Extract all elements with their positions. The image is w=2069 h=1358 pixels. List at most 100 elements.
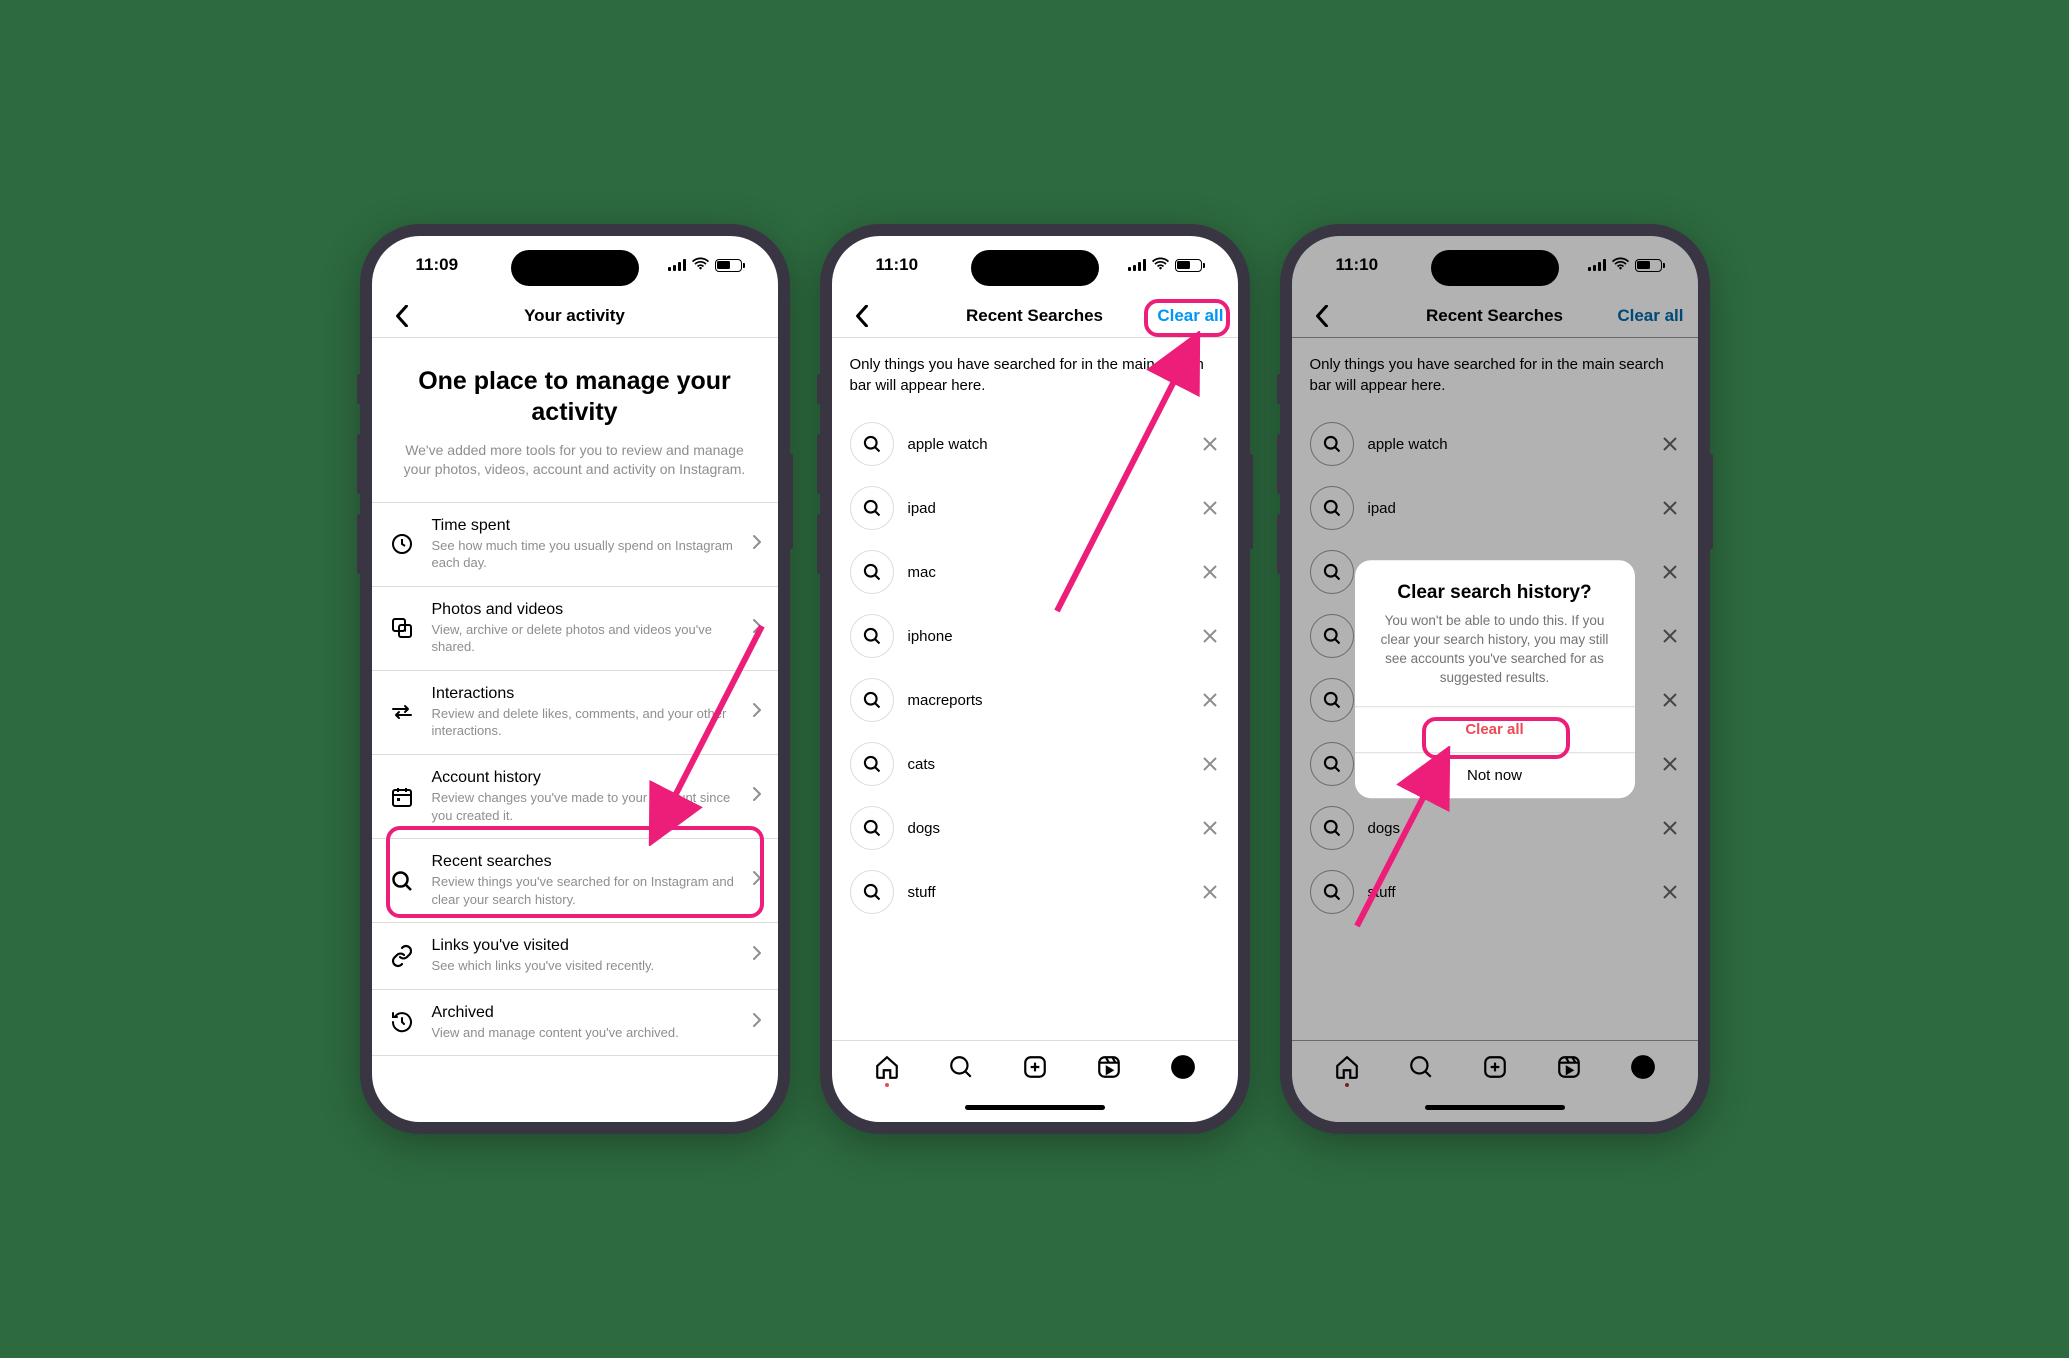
dialog-body: You won't be able to undo this. If you c… <box>1375 612 1615 688</box>
search-icon <box>1310 870 1354 914</box>
wifi-icon <box>1612 255 1629 275</box>
remove-icon <box>1660 498 1680 518</box>
chevron-right-icon <box>752 945 762 966</box>
remove-icon <box>1660 690 1680 710</box>
tab-create <box>1481 1053 1509 1081</box>
search-icon <box>388 867 416 895</box>
chevron-right-icon <box>752 618 762 639</box>
menu-archived[interactable]: ArchivedView and manage content you've a… <box>372 990 778 1057</box>
tab-home[interactable] <box>873 1053 901 1081</box>
back-button[interactable] <box>1308 302 1336 330</box>
menu-links-visited[interactable]: Links you've visitedSee which links you'… <box>372 923 778 990</box>
back-button[interactable] <box>848 302 876 330</box>
chevron-right-icon <box>752 786 762 807</box>
remove-icon <box>1660 562 1680 582</box>
search-row: ipad <box>1310 476 1680 540</box>
tab-profile[interactable] <box>1169 1053 1197 1081</box>
tab-profile <box>1629 1053 1657 1081</box>
search-icon <box>850 614 894 658</box>
search-row[interactable]: iphone <box>850 604 1220 668</box>
remove-icon[interactable] <box>1200 754 1220 774</box>
search-icon <box>1310 486 1354 530</box>
activity-menu: Time spentSee how much time you usually … <box>372 502 778 1057</box>
phone-3: 11:10 Recent Searches Clear all Only thi… <box>1280 224 1710 1134</box>
remove-icon[interactable] <box>1200 562 1220 582</box>
search-icon <box>850 550 894 594</box>
search-icon <box>850 806 894 850</box>
dialog-clear-button[interactable]: Clear all <box>1355 706 1635 752</box>
dialog-cancel-button[interactable]: Not now <box>1355 752 1635 798</box>
search-row[interactable]: stuff <box>850 860 1220 924</box>
battery-icon <box>1635 259 1662 272</box>
remove-icon[interactable] <box>1200 434 1220 454</box>
remove-icon[interactable] <box>1200 882 1220 902</box>
archive-icon <box>388 1008 416 1036</box>
nav-header: Your activity <box>372 294 778 338</box>
clear-all-button[interactable]: Clear all <box>1157 306 1223 326</box>
status-time: 11:10 <box>1336 255 1379 275</box>
clock-icon <box>388 530 416 558</box>
search-row: stuff <box>1310 860 1680 924</box>
search-icon <box>850 486 894 530</box>
remove-icon <box>1660 818 1680 838</box>
tab-bar <box>832 1040 1238 1092</box>
photos-icon <box>388 614 416 642</box>
phone-2: 11:10 Recent Searches Clear all Only thi… <box>820 224 1250 1134</box>
back-button[interactable] <box>388 302 416 330</box>
chevron-right-icon <box>752 870 762 891</box>
battery-icon <box>1175 259 1202 272</box>
remove-icon <box>1660 754 1680 774</box>
search-icon <box>1310 678 1354 722</box>
tab-create[interactable] <box>1021 1053 1049 1081</box>
page-title: Recent Searches <box>1426 306 1563 326</box>
search-icon <box>1310 422 1354 466</box>
tab-search[interactable] <box>947 1053 975 1081</box>
menu-time-spent[interactable]: Time spentSee how much time you usually … <box>372 503 778 587</box>
search-icon <box>850 678 894 722</box>
remove-icon[interactable] <box>1200 626 1220 646</box>
calendar-icon <box>388 783 416 811</box>
cellular-icon <box>1588 259 1606 271</box>
search-row[interactable]: apple watch <box>850 412 1220 476</box>
battery-icon <box>715 259 742 272</box>
dynamic-island <box>511 250 639 286</box>
confirm-dialog: Clear search history? You won't be able … <box>1355 560 1635 798</box>
phone-1: 11:09 Your activity One place to manage … <box>360 224 790 1134</box>
search-row[interactable]: ipad <box>850 476 1220 540</box>
cellular-icon <box>668 259 686 271</box>
search-icon <box>850 742 894 786</box>
remove-icon[interactable] <box>1200 690 1220 710</box>
menu-photos-videos[interactable]: Photos and videosView, archive or delete… <box>372 587 778 671</box>
info-text: Only things you have searched for in the… <box>1292 338 1698 412</box>
remove-icon[interactable] <box>1200 498 1220 518</box>
home-indicator <box>1292 1092 1698 1122</box>
dialog-title: Clear search history? <box>1375 582 1615 604</box>
clear-all-button[interactable]: Clear all <box>1617 306 1683 326</box>
search-row[interactable]: cats <box>850 732 1220 796</box>
search-icon <box>850 422 894 466</box>
remove-icon[interactable] <box>1200 818 1220 838</box>
search-icon <box>1310 742 1354 786</box>
tab-reels[interactable] <box>1095 1053 1123 1081</box>
menu-recent-searches[interactable]: Recent searchesReview things you've sear… <box>372 839 778 923</box>
nav-header: Recent Searches Clear all <box>1292 294 1698 338</box>
wifi-icon <box>1152 255 1169 275</box>
dynamic-island <box>1431 250 1559 286</box>
tab-reels <box>1555 1053 1583 1081</box>
search-row: apple watch <box>1310 412 1680 476</box>
hero-section: One place to manage your activity We've … <box>372 338 778 502</box>
search-row[interactable]: mac <box>850 540 1220 604</box>
search-row[interactable]: dogs <box>850 796 1220 860</box>
tab-home <box>1333 1053 1361 1081</box>
search-list: apple watch ipad mac iphone macreports <box>832 412 1238 924</box>
menu-account-history[interactable]: Account historyReview changes you've mad… <box>372 755 778 839</box>
cellular-icon <box>1128 259 1146 271</box>
search-icon <box>850 870 894 914</box>
remove-icon <box>1660 882 1680 902</box>
wifi-icon <box>692 255 709 275</box>
menu-interactions[interactable]: InteractionsReview and delete likes, com… <box>372 671 778 755</box>
tab-search <box>1407 1053 1435 1081</box>
chevron-right-icon <box>752 1012 762 1033</box>
search-row[interactable]: macreports <box>850 668 1220 732</box>
hero-subtitle: We've added more tools for you to review… <box>396 441 754 480</box>
